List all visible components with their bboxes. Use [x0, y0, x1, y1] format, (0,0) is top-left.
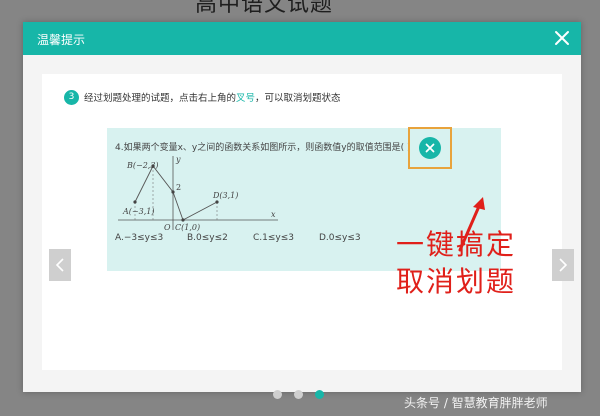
- modal-title: 温馨提示: [37, 33, 86, 47]
- next-slide-button[interactable]: [552, 249, 574, 281]
- point-c-label: C(1,0): [175, 223, 200, 232]
- step-text-before: 经过划题处理的试题，点击右上角的: [84, 93, 237, 104]
- option-a: A.−3≤y≤3: [115, 233, 164, 243]
- point-a-dot: [133, 200, 137, 204]
- origin-label: O: [164, 223, 171, 232]
- callout-line-2: 取消划题: [396, 265, 517, 298]
- highlight-frame: [408, 127, 452, 169]
- pagination-dot-1[interactable]: [273, 390, 282, 399]
- modal-body: 3 经过划题处理的试题，点击右上角的 叉号 ，可以取消划题状态 4.如果两个变量x、…: [23, 55, 581, 399]
- y-axis-label: y: [175, 155, 181, 164]
- point-c-dot: [181, 218, 185, 222]
- x-axis-label: x: [271, 210, 276, 219]
- tips-modal: 温馨提示 3 经过划题处理的试题，点击右上角的 叉号 ，可以取消划题状态 4.如果两…: [23, 22, 581, 399]
- callout-text: 一键搞定 取消划题: [396, 226, 516, 300]
- function-graph: y x O A(−3,1) B(−2,3) C(1,0) D(3,1) 2: [118, 155, 278, 232]
- pagination-dot-2[interactable]: [294, 390, 303, 399]
- point-b-label: B(−2,3): [126, 161, 159, 170]
- prev-slide-button[interactable]: [49, 249, 71, 281]
- watermark: 头条号 / 智慧教育胖胖老师: [404, 396, 548, 410]
- step-text-highlight: 叉号: [236, 93, 256, 104]
- x-circle-icon: [425, 143, 435, 153]
- chevron-right-icon: [559, 258, 568, 272]
- callout-line-1: 一键搞定: [396, 228, 517, 261]
- slide-pagination: [273, 388, 353, 400]
- step-number-badge: 3: [64, 89, 79, 105]
- point-d-dot: [215, 200, 219, 204]
- point-2-dot: [171, 190, 175, 194]
- step-text-after: ，可以取消划题状态: [255, 93, 341, 104]
- option-b: B.0≤y≤2: [187, 233, 228, 243]
- point-a-label: A(−3,1): [122, 207, 154, 216]
- close-icon: [555, 31, 569, 45]
- step-instruction: 3 经过划题处理的试题，点击右上角的 叉号 ，可以取消划题状态: [64, 88, 341, 106]
- pagination-dot-3[interactable]: [315, 390, 324, 399]
- question-text: 4.如果两个变量x、y之间的函数关系如图所示，则函数值y的取值范围是( ): [115, 143, 411, 153]
- modal-header: 温馨提示: [23, 22, 581, 55]
- cancel-strike-button[interactable]: [419, 137, 441, 159]
- option-c: C.1≤y≤3: [253, 233, 295, 243]
- chevron-left-icon: [55, 258, 64, 272]
- option-d: D.0≤y≤3: [319, 233, 361, 243]
- point-d-label: D(3,1): [212, 191, 238, 200]
- modal-close-button[interactable]: [551, 27, 573, 49]
- tip-slide: 3 经过划题处理的试题，点击右上角的 叉号 ，可以取消划题状态 4.如果两个变量x、…: [42, 74, 562, 370]
- background-title: 高中语文试题: [195, 0, 334, 17]
- y-mark-label: 2: [176, 183, 181, 192]
